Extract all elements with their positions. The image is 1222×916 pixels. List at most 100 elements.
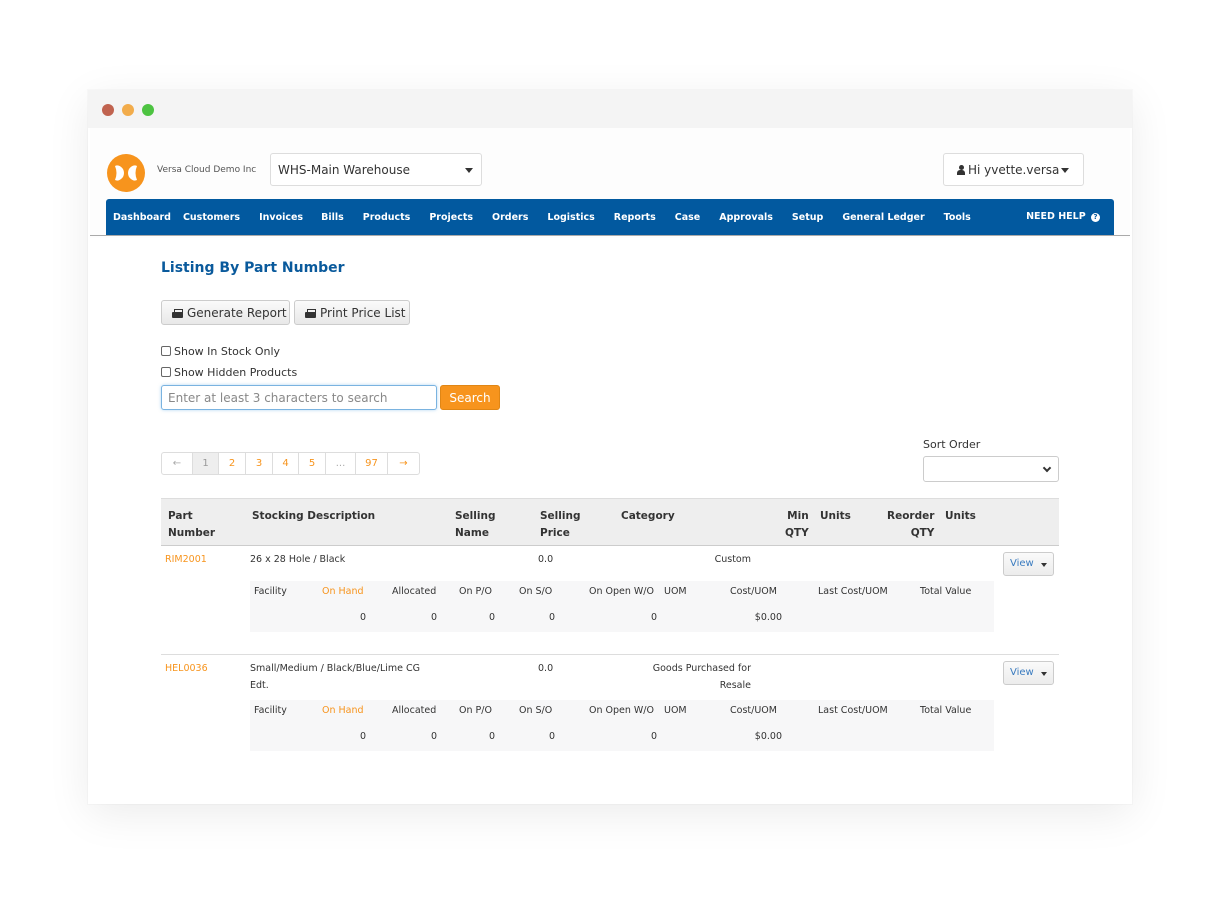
stock-header-on-hand[interactable]: On Hand <box>322 586 364 597</box>
stock-header-on-po: On P/O <box>459 586 492 597</box>
nav-approvals[interactable]: Approvals <box>719 212 773 223</box>
stock-header-facility: Facility <box>254 586 287 597</box>
part-number-link[interactable]: RIM2001 <box>165 551 207 568</box>
user-menu[interactable]: Hi yvette.versa <box>943 153 1084 186</box>
chevron-down-icon <box>1042 463 1052 473</box>
close-window-icon[interactable] <box>102 104 114 116</box>
nav-invoices[interactable]: Invoices <box>259 212 303 223</box>
need-help-label: NEED HELP <box>1026 211 1086 222</box>
main-nav: Dashboard Customers Invoices Bills Produ… <box>106 199 1114 235</box>
category: Custom <box>714 554 751 565</box>
table-header: Part Number Stocking Description Selling N… <box>161 498 1059 546</box>
nav-tools[interactable]: Tools <box>944 212 971 223</box>
table-row: RIM2001 26 x 28 Hole / Black 0.0 Custom … <box>161 546 1059 655</box>
window-titlebar <box>88 90 1132 128</box>
stock-on-so: 0 <box>548 731 555 742</box>
nav-customers[interactable]: Customers <box>183 212 240 223</box>
nav-case[interactable]: Case <box>675 212 700 223</box>
nav-bills[interactable]: Bills <box>321 212 344 223</box>
stock-header-on-open-wo: On Open W/O <box>589 705 654 716</box>
stock-header-allocated: Allocated <box>392 586 437 597</box>
generate-report-label: Generate Report <box>187 306 287 320</box>
stock-header-on-hand[interactable]: On Hand <box>322 705 364 716</box>
show-hidden-checkbox[interactable] <box>161 367 171 377</box>
pagination-page[interactable]: 5 <box>299 453 326 474</box>
pagination-next[interactable]: → <box>388 453 419 474</box>
app: Versa Cloud Demo Inc WHS-Main Warehouse … <box>90 128 1130 804</box>
nav-projects[interactable]: Projects <box>429 212 473 223</box>
stock-header-cost-uom: Cost/UOM <box>730 705 777 716</box>
part-number-link[interactable]: HEL0036 <box>165 660 208 677</box>
company-name: Versa Cloud Demo Inc <box>157 165 257 175</box>
header-min-qty: Min QTY <box>785 510 809 539</box>
versa-logo-icon[interactable] <box>107 154 145 192</box>
caret-down-icon <box>1041 563 1047 567</box>
stock-header-facility: Facility <box>254 705 287 716</box>
caret-down-icon <box>1041 672 1047 676</box>
stock-header-uom: UOM <box>664 705 687 716</box>
stocking-description: 26 x 28 Hole / Black <box>250 554 346 565</box>
stock-on-hand: 0 <box>359 612 366 623</box>
user-icon <box>957 165 965 175</box>
pagination-page[interactable]: 4 <box>273 453 299 474</box>
nav-orders[interactable]: Orders <box>492 212 528 223</box>
stock-details: Facility On Hand Allocated On P/O On S/O… <box>250 581 994 632</box>
stock-on-open-wo: 0 <box>650 731 657 742</box>
stock-header-on-open-wo: On Open W/O <box>589 586 654 597</box>
nav-reports[interactable]: Reports <box>614 212 656 223</box>
pagination-page[interactable]: 1 <box>193 453 219 474</box>
printer-icon <box>172 309 183 318</box>
nav-products[interactable]: Products <box>363 212 411 223</box>
header-selling-name: Selling Name <box>455 510 496 539</box>
caret-down-icon <box>1061 168 1069 173</box>
page-title: Listing By Part Number <box>161 260 345 276</box>
stock-on-open-wo: 0 <box>650 612 657 623</box>
stock-on-so: 0 <box>548 612 555 623</box>
view-button[interactable]: View <box>1003 661 1054 685</box>
nav-setup[interactable]: Setup <box>792 212 823 223</box>
sort-order-select[interactable] <box>923 456 1059 482</box>
search-input[interactable]: Enter at least 3 characters to search <box>161 385 437 410</box>
print-price-list-button[interactable]: Print Price List <box>294 300 410 325</box>
user-greeting: Hi yvette.versa <box>968 163 1060 177</box>
nav-general-ledger[interactable]: General Ledger <box>842 212 924 223</box>
stock-header-allocated: Allocated <box>392 705 437 716</box>
show-in-stock-option[interactable]: Show In Stock Only <box>161 345 280 358</box>
warehouse-select[interactable]: WHS-Main Warehouse <box>270 153 482 186</box>
maximize-window-icon[interactable] <box>142 104 154 116</box>
nav-divider <box>90 235 1130 236</box>
stock-allocated: 0 <box>430 731 437 742</box>
stock-header-on-po: On P/O <box>459 705 492 716</box>
stock-on-po: 0 <box>488 612 495 623</box>
stock-details: Facility On Hand Allocated On P/O On S/O… <box>250 700 994 751</box>
stock-header-total-value: Total Value <box>920 586 972 597</box>
stock-header-on-so: On S/O <box>519 586 553 597</box>
stock-header-last-cost-uom: Last Cost/UOM <box>818 705 888 716</box>
show-hidden-label: Show Hidden Products <box>174 366 298 379</box>
pagination-page[interactable]: 3 <box>246 453 273 474</box>
stock-header-on-so: On S/O <box>519 705 553 716</box>
nav-dashboard[interactable]: Dashboard <box>113 212 171 223</box>
show-in-stock-checkbox[interactable] <box>161 346 171 356</box>
question-circle-icon: ? <box>1091 213 1100 222</box>
generate-report-button[interactable]: Generate Report <box>161 300 290 325</box>
printer-icon <box>305 309 316 318</box>
need-help-link[interactable]: NEED HELP ? <box>1026 211 1100 222</box>
header-selling-price: Selling Price <box>540 510 581 539</box>
header-reorder-qty: Reorder QTY <box>887 510 935 539</box>
show-in-stock-label: Show In Stock Only <box>174 345 281 358</box>
browser-window: Versa Cloud Demo Inc WHS-Main Warehouse … <box>88 90 1132 804</box>
stock-cost-uom: $0.00 <box>754 731 782 742</box>
minimize-window-icon[interactable] <box>122 104 134 116</box>
pagination-page[interactable]: 97 <box>356 453 388 474</box>
selling-price: 0.0 <box>538 663 554 674</box>
view-button[interactable]: View <box>1003 552 1054 576</box>
pagination-prev[interactable]: ← <box>162 453 193 474</box>
search-button[interactable]: Search <box>440 385 500 410</box>
app-header: Versa Cloud Demo Inc WHS-Main Warehouse … <box>90 128 1130 238</box>
nav-logistics[interactable]: Logistics <box>547 212 594 223</box>
show-hidden-option[interactable]: Show Hidden Products <box>161 366 297 379</box>
pagination-page[interactable]: 2 <box>219 453 246 474</box>
header-units: Units <box>820 510 851 522</box>
stocking-description: Small/Medium / Black/Blue/Lime CG Edt. <box>250 663 420 691</box>
